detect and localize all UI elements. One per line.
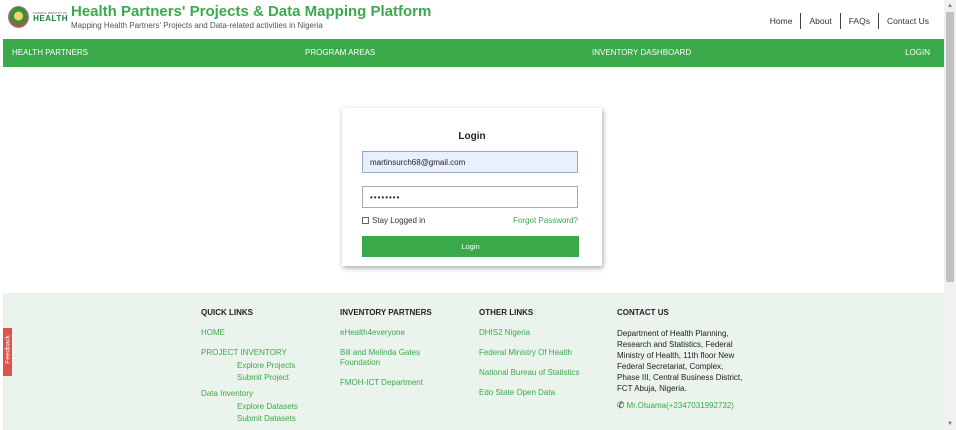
footer-other-links: OTHER LINKS DHIS2 Nigeria Federal Minist…: [479, 308, 580, 408]
contact-phone-number: Mr.Otuama(+2347031992732): [626, 401, 734, 410]
top-nav-contact-us[interactable]: Contact Us: [879, 16, 929, 26]
nav-health-partners[interactable]: HEALTH PARTNERS: [12, 39, 88, 67]
footer-link-ehealth4everyone[interactable]: eHealth4everyone: [340, 328, 450, 338]
coat-of-arms-icon: [8, 6, 30, 28]
site-footer: QUICK LINKS HOME PROJECT INVENTORY Explo…: [3, 293, 944, 430]
contact-phone[interactable]: ✆ Mr.Otuama(+2347031992732): [617, 400, 745, 411]
contact-heading: CONTACT US: [617, 308, 669, 317]
footer-link-explore-datasets[interactable]: Explore Datasets: [237, 402, 298, 412]
login-title: Login: [458, 131, 486, 142]
footer-link-data-inventory[interactable]: Data Inventory: [201, 389, 298, 399]
top-nav-home[interactable]: Home: [762, 16, 801, 26]
footer-link-explore-projects[interactable]: Explore Projects: [237, 361, 298, 371]
inventory-partners-heading: INVENTORY PARTNERS: [340, 308, 432, 317]
scroll-up-arrow-icon[interactable]: ▲: [944, 0, 956, 12]
nav-inventory-dashboard[interactable]: INVENTORY DASHBOARD: [592, 39, 691, 67]
forgot-password-link[interactable]: Forgot Password?: [513, 216, 578, 225]
ministry-logo[interactable]: FEDERAL MINISTRY OF HEALTH: [8, 6, 68, 28]
feedback-label: Feedback: [4, 335, 12, 364]
site-subtitle: Mapping Health Partners' Projects and Da…: [71, 21, 323, 30]
top-nav-faqs[interactable]: FAQs: [841, 16, 878, 26]
footer-link-edo-open-data[interactable]: Edo State Open Data: [479, 388, 580, 398]
nav-login[interactable]: LOGIN: [905, 39, 930, 67]
login-button[interactable]: Login: [362, 236, 579, 257]
footer-link-project-inventory[interactable]: PROJECT INVENTORY: [201, 348, 298, 358]
nav-program-areas[interactable]: PROGRAM AREAS: [305, 39, 375, 67]
contact-address: Department of Health Planning, Research …: [617, 329, 743, 393]
footer-inventory-partners: INVENTORY PARTNERS eHealth4everyone Bill…: [340, 308, 450, 398]
site-title[interactable]: Health Partners' Projects & Data Mapping…: [71, 3, 431, 20]
footer-link-fmoh-ict[interactable]: FMOH-ICT Department: [340, 378, 450, 388]
top-nav-about[interactable]: About: [801, 16, 839, 26]
footer-link-home[interactable]: HOME: [201, 328, 298, 338]
password-field[interactable]: [362, 186, 578, 208]
footer-link-nbs[interactable]: National Bureau of Statistics: [479, 368, 580, 378]
scroll-down-arrow-icon[interactable]: ▼: [944, 418, 956, 430]
footer-link-fmoh[interactable]: Federal Ministry Of Health: [479, 348, 580, 358]
stay-logged-in-label: Stay Logged in: [372, 216, 426, 225]
footer-link-submit-datasets[interactable]: Submit Datasets: [237, 414, 298, 424]
site-header: FEDERAL MINISTRY OF HEALTH Health Partne…: [0, 0, 944, 38]
footer-contact: CONTACT US Department of Health Planning…: [617, 308, 745, 411]
page: FEDERAL MINISTRY OF HEALTH Health Partne…: [0, 0, 944, 430]
main-nav: HEALTH PARTNERS PROGRAM AREAS INVENTORY …: [3, 39, 944, 67]
phone-icon: ✆: [617, 400, 625, 410]
stay-logged-in[interactable]: Stay Logged in: [362, 216, 425, 225]
quick-links-heading: QUICK LINKS: [201, 308, 253, 317]
top-nav: Home About FAQs Contact Us: [762, 13, 929, 29]
footer-link-gates-foundation[interactable]: Bill and Melinda Gates Foundation: [340, 348, 450, 368]
login-card: Login Stay Logged in Forgot Password? Lo…: [342, 108, 602, 266]
page-scrollbar[interactable]: ▲ ▼: [944, 0, 956, 430]
other-links-heading: OTHER LINKS: [479, 308, 534, 317]
footer-quick-links: QUICK LINKS HOME PROJECT INVENTORY Explo…: [201, 308, 298, 426]
logo-big-text: HEALTH: [33, 13, 68, 23]
footer-link-submit-project[interactable]: Submit Project: [237, 373, 298, 383]
feedback-tab[interactable]: Feedback: [3, 328, 12, 376]
footer-link-dhis2[interactable]: DHIS2 Nigeria: [479, 328, 580, 338]
email-field[interactable]: [362, 151, 578, 173]
scroll-thumb[interactable]: [946, 12, 954, 282]
stay-logged-in-checkbox[interactable]: [362, 217, 369, 224]
